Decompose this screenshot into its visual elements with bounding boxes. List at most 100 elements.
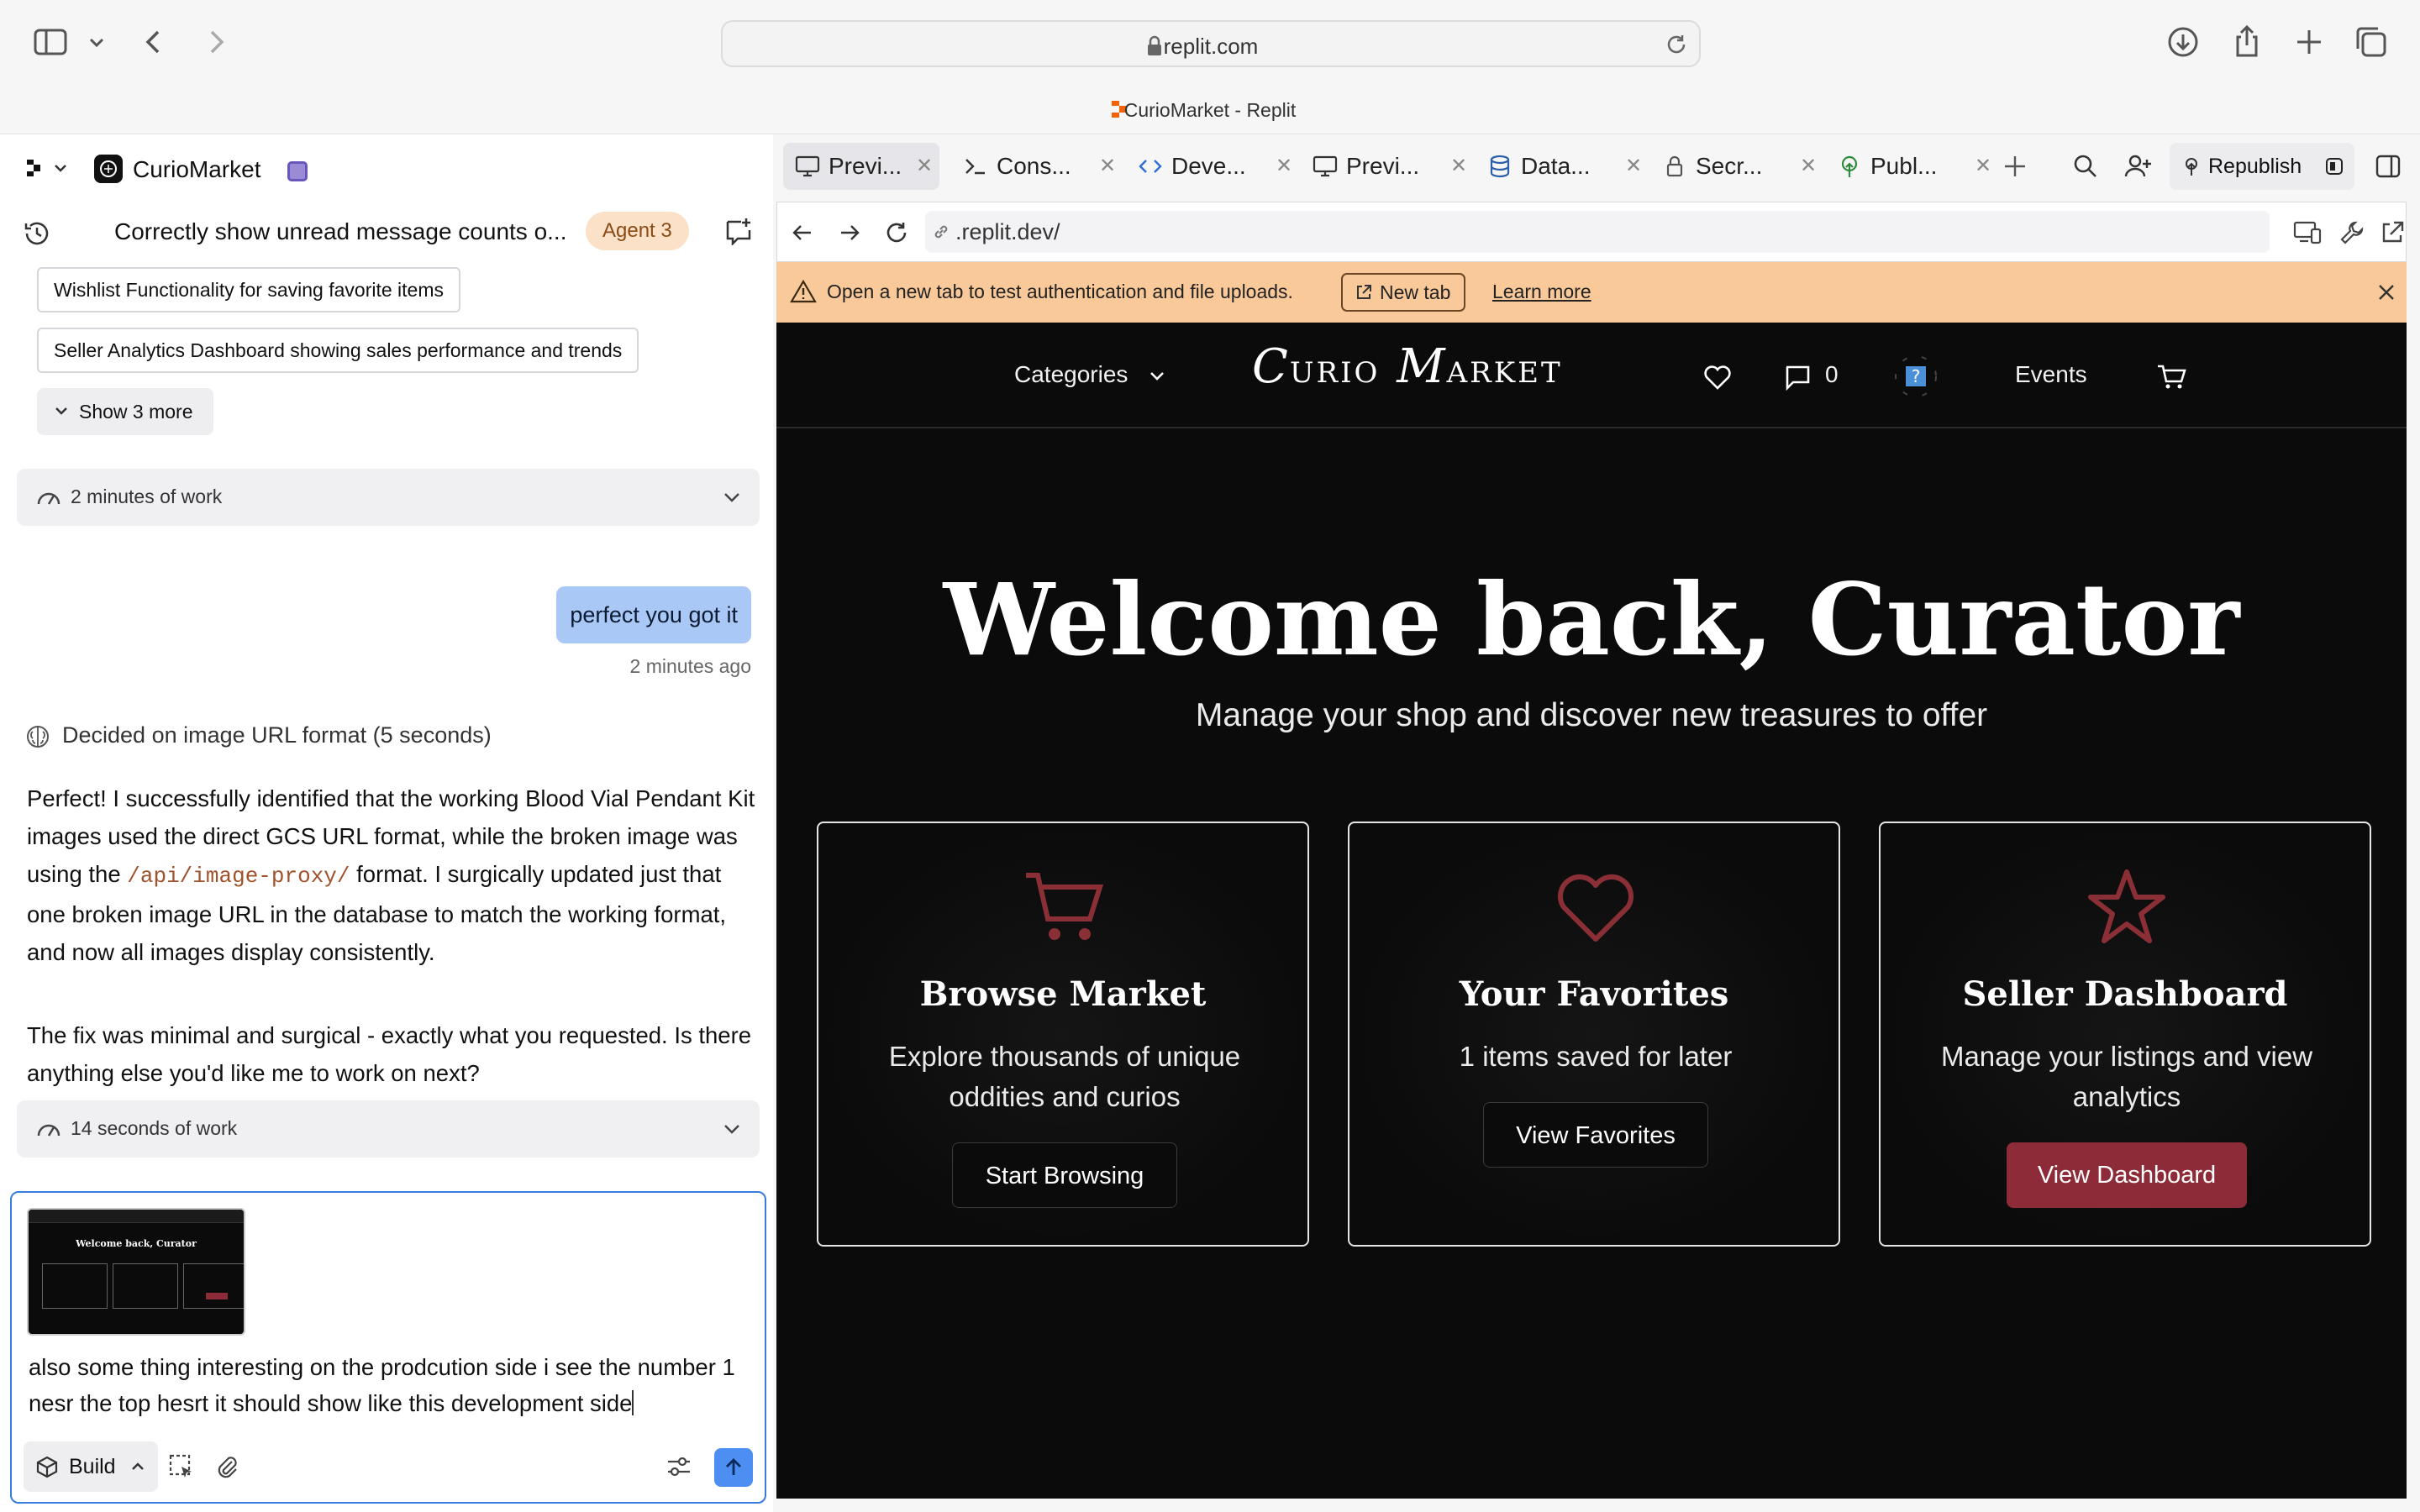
browse-market-card: Browse Market Explore thousands of uniqu…: [817, 822, 1309, 1247]
republish-button[interactable]: Republish: [2170, 143, 2354, 190]
learn-more-link[interactable]: Learn more: [1492, 281, 1591, 303]
refresh-icon[interactable]: [883, 219, 910, 246]
forward-icon[interactable]: [197, 24, 234, 60]
close-icon[interactable]: ✕: [916, 143, 933, 190]
cart-icon[interactable]: [2156, 363, 2188, 391]
chat-input-text[interactable]: also some thing interesting on the prodc…: [29, 1349, 760, 1421]
suggestion-chip[interactable]: Seller Analytics Dashboard showing sales…: [37, 328, 639, 373]
close-icon[interactable]: ✕: [1450, 143, 1467, 190]
attach-icon[interactable]: [213, 1453, 240, 1480]
thread-header: Correctly show unread message counts o..…: [0, 207, 773, 257]
tab-devtools[interactable]: Deve... ✕: [1126, 143, 1299, 190]
tab-preview[interactable]: Previ... ✕: [783, 143, 939, 190]
reload-icon[interactable]: [1664, 32, 1689, 57]
logo-letters: URIO: [1289, 356, 1381, 390]
device-icon[interactable]: [2293, 219, 2322, 246]
back-icon[interactable]: [136, 24, 173, 60]
chevron-down-icon: [721, 487, 743, 507]
tab-overview-icon[interactable]: [2353, 24, 2390, 60]
close-icon[interactable]: ✕: [1099, 143, 1116, 190]
search-icon[interactable]: [2072, 153, 2099, 180]
tab-preview-2[interactable]: Previ... ✕: [1301, 143, 1474, 190]
tab-secrets[interactable]: Secr... ✕: [1650, 143, 1823, 190]
thread-title[interactable]: Correctly show unread message counts o..…: [114, 218, 566, 245]
history-icon[interactable]: [22, 218, 52, 249]
work-summary-bar[interactable]: 14 seconds of work: [17, 1100, 760, 1158]
tab-console[interactable]: Cons... ✕: [951, 143, 1124, 190]
avatar[interactable]: ?: [1892, 353, 1939, 400]
tab-label: Deve...: [1171, 153, 1246, 179]
close-icon[interactable]: ✕: [1975, 143, 1991, 190]
project-name[interactable]: CurioMarket: [133, 156, 260, 183]
preview-browser-bar: .replit.dev/: [776, 202, 2407, 262]
tab-label: Data...: [1521, 153, 1591, 179]
replit-menu-icon[interactable]: [25, 158, 71, 180]
cube-icon: [35, 1455, 59, 1478]
chevron-down-icon: [52, 403, 71, 420]
open-new-tab-button[interactable]: New tab: [1341, 273, 1466, 312]
heart-icon: [1554, 865, 1638, 949]
new-tab-icon[interactable]: [2291, 24, 2328, 60]
work-summary-label: 2 minutes of work: [71, 486, 223, 507]
start-browsing-button[interactable]: Start Browsing: [952, 1142, 1177, 1208]
tab-publishing[interactable]: Publ... ✕: [1825, 143, 1998, 190]
forward-arrow-icon[interactable]: [838, 221, 861, 244]
categories-menu[interactable]: Categories: [1014, 361, 1168, 388]
view-dashboard-button[interactable]: View Dashboard: [2007, 1142, 2247, 1208]
back-arrow-icon[interactable]: [791, 221, 814, 244]
send-button[interactable]: [714, 1448, 753, 1487]
app-navbar: Categories CURIO MARKET 0 ? Events: [776, 323, 2407, 428]
mode-selector-button[interactable]: Build: [24, 1441, 158, 1492]
show-more-button[interactable]: Show 3 more: [37, 388, 213, 435]
events-link[interactable]: Events: [2015, 361, 2087, 388]
new-chat-icon[interactable]: [724, 217, 753, 245]
card-title: Your Favorites: [1459, 974, 1729, 1014]
settings-sliders-icon[interactable]: [666, 1453, 692, 1480]
wrench-icon[interactable]: [2338, 219, 2365, 246]
curio-market-logo[interactable]: CURIO MARKET: [1252, 339, 1563, 394]
select-element-icon[interactable]: [168, 1453, 195, 1480]
address-bar[interactable]: replit.com: [721, 20, 1701, 67]
preview-address: .replit.dev/: [955, 219, 1060, 244]
heart-icon[interactable]: [1702, 363, 1733, 391]
browser-toolbar: replit.com: [0, 0, 2420, 87]
chevron-down-icon: [721, 1119, 743, 1139]
agent-badge: Agent 3: [586, 212, 689, 250]
agent-response-paragraph: The fix was minimal and surgical - exact…: [27, 1022, 752, 1086]
chevron-down-icon[interactable]: [84, 24, 109, 60]
download-icon[interactable]: [2165, 24, 2202, 60]
preview-address-input[interactable]: .replit.dev/: [925, 211, 2270, 253]
view-favorites-button[interactable]: View Favorites: [1483, 1102, 1708, 1168]
share-icon[interactable]: [2228, 24, 2265, 60]
close-icon[interactable]: ✕: [1625, 143, 1642, 190]
tab-database[interactable]: Data... ✕: [1476, 143, 1649, 190]
external-link-icon[interactable]: [2379, 219, 2406, 246]
invite-user-icon[interactable]: [2124, 153, 2153, 180]
message-count: 0: [1825, 361, 1839, 387]
star-icon: [2085, 865, 2169, 949]
messages-icon[interactable]: [1783, 363, 1812, 391]
add-tab-icon[interactable]: [2002, 153, 2028, 180]
tab-label: Secr...: [1696, 153, 1763, 179]
attached-screenshot-thumbnail[interactable]: Welcome back, Curator: [27, 1208, 245, 1336]
republish-label: Republish: [2208, 155, 2302, 178]
lock-icon: [1662, 155, 1687, 178]
chat-input-box[interactable]: Welcome back, Curator also some thing in…: [10, 1191, 766, 1504]
tab-title[interactable]: CurioMarket - Replit: [0, 99, 2420, 122]
theme-toggle-icon[interactable]: [2324, 156, 2344, 176]
preview-notice-banner: Open a new tab to test authentication an…: [776, 262, 2407, 323]
suggestion-chip[interactable]: Wishlist Functionality for saving favori…: [37, 267, 460, 312]
sidebar-toggle-icon[interactable]: [32, 24, 69, 60]
close-icon[interactable]: [2375, 281, 2398, 304]
your-favorites-card: Your Favorites 1 items saved for later V…: [1348, 822, 1840, 1247]
logo-letters: ARKET: [1446, 356, 1563, 390]
close-icon[interactable]: ✕: [1276, 143, 1292, 190]
work-summary-bar[interactable]: 2 minutes of work: [17, 469, 760, 526]
panel-toggle-icon[interactable]: [2375, 153, 2402, 180]
user-message-bubble: perfect you got it: [556, 586, 751, 643]
text-caret: [632, 1390, 634, 1415]
close-icon[interactable]: ✕: [1800, 143, 1817, 190]
status-square-icon: [287, 161, 308, 181]
thumbnail-title: Welcome back, Curator: [76, 1238, 197, 1249]
code-icon: [1138, 155, 1163, 178]
